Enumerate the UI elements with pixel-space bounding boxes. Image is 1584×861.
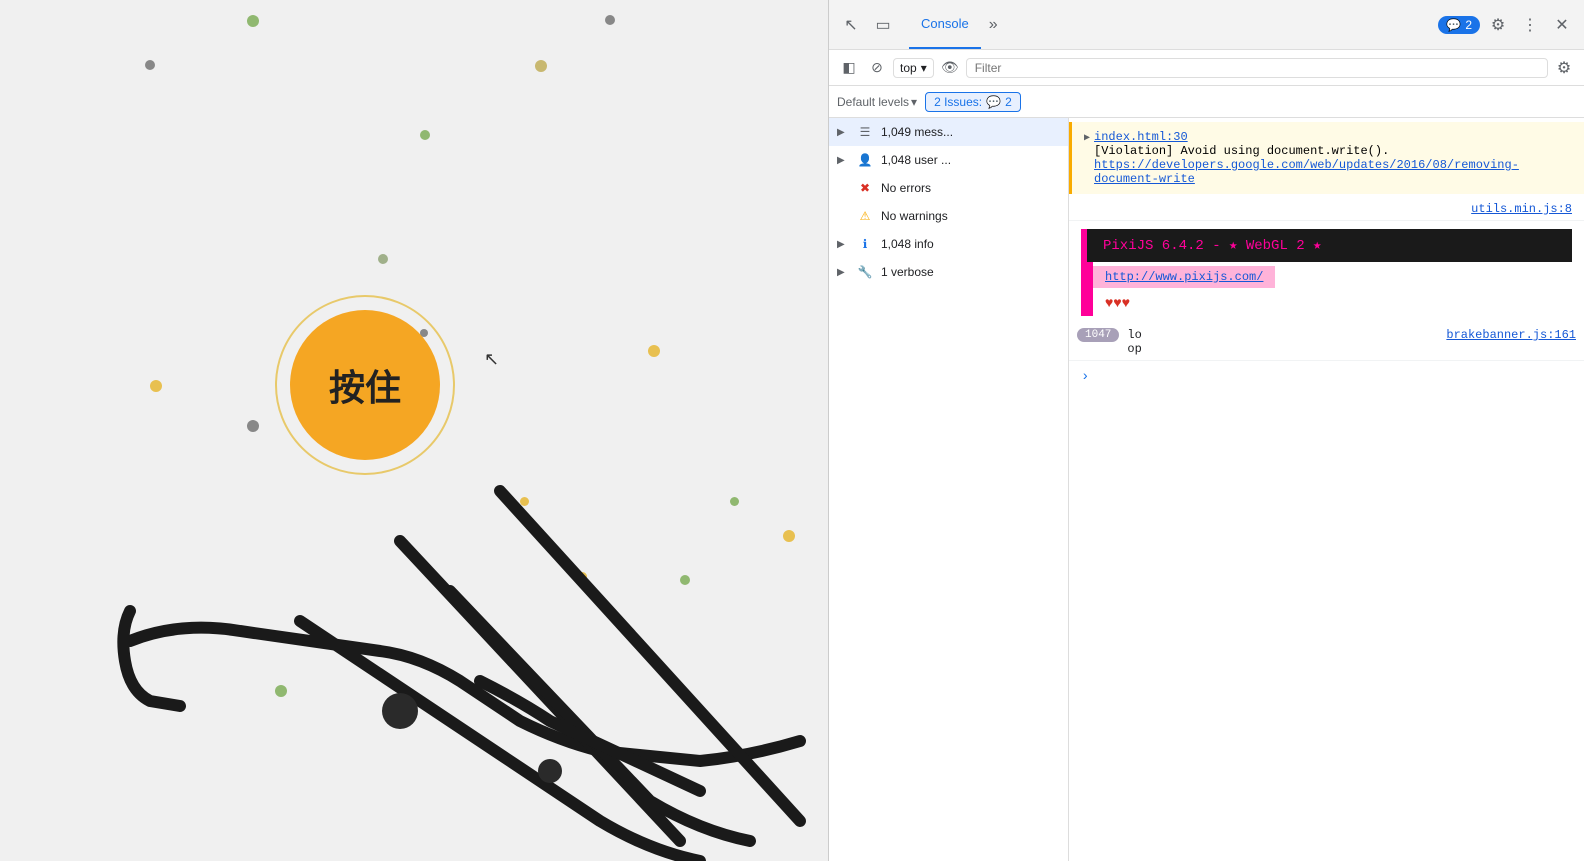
issues-count-badge[interactable]: 2 Issues: 💬 2	[925, 92, 1021, 112]
dot-6	[378, 254, 388, 264]
filter-input[interactable]	[966, 58, 1548, 78]
webpage-panel: 按住 ↖	[0, 0, 828, 861]
sidebar-label-user: 1,048 user ...	[881, 153, 1060, 167]
sidebar-item-errors[interactable]: ▶ ✖ No errors	[829, 174, 1068, 202]
pixi-black-box: PixiJS 6.4.2 - ★ WebGL 2 ★	[1087, 229, 1572, 262]
no-entry-icon[interactable]: ⊘	[865, 56, 889, 80]
dropdown-arrow-icon: ▾	[921, 61, 927, 75]
context-label: top	[900, 61, 917, 75]
violation-text: [Violation] Avoid using document.write()…	[1094, 144, 1389, 158]
eye-icon[interactable]: 👁	[938, 56, 962, 80]
list-icon: ☰	[857, 124, 873, 140]
verbose-icon: 🔧	[857, 264, 873, 280]
pixi-url-link[interactable]: http://www.pixijs.com/	[1105, 270, 1263, 284]
violation-message: ▶ index.html:30 [Violation] Avoid using …	[1069, 122, 1584, 194]
more-options-icon[interactable]: ⋮	[1516, 11, 1544, 39]
device-icon[interactable]: ▭	[869, 11, 897, 39]
console-main: ▶ ☰ 1,049 mess... ▶ 👤 1,048 user ... ▶ ✖…	[829, 118, 1584, 861]
pixi-text: PixiJS 6.4.2 - ★ WebGL 2 ★	[1103, 238, 1322, 254]
more-tabs-icon[interactable]: »	[985, 16, 1002, 34]
context-selector[interactable]: top ▾	[893, 58, 934, 78]
expand-icon-6: ▶	[837, 267, 849, 278]
filter-settings-icon[interactable]: ⚙	[1552, 56, 1576, 80]
sidebar-label-info: 1,048 info	[881, 237, 1060, 251]
default-levels-label: Default levels	[837, 95, 909, 109]
chat-icon: 💬	[1446, 18, 1461, 32]
violation-doc-link[interactable]: https://developers.google.com/web/update…	[1094, 158, 1519, 186]
utils-source-line: utils.min.js:8	[1069, 198, 1584, 221]
dot-1	[145, 60, 155, 70]
dot-5	[420, 130, 430, 140]
sidebar-label-all: 1,049 mess...	[881, 125, 1060, 139]
console-prompt[interactable]: ›	[1069, 361, 1584, 393]
inspect-icon[interactable]: ↖	[837, 11, 865, 39]
console-toolbar: ◧ ⊘ top ▾ 👁 ⚙	[829, 50, 1584, 86]
sidebar-label-warnings: No warnings	[881, 209, 1060, 223]
sidebar-item-all[interactable]: ▶ ☰ 1,049 mess...	[829, 118, 1068, 146]
pixi-url[interactable]: http://www.pixijs.com/	[1093, 266, 1275, 288]
info-icon: ℹ	[857, 236, 873, 252]
console-toolbar2: Default levels ▾ 2 Issues: 💬 2	[829, 86, 1584, 118]
issues-count: 2	[1005, 95, 1012, 109]
sidebar-item-warnings[interactable]: ▶ ⚠ No warnings	[829, 202, 1068, 230]
close-icon[interactable]: ✕	[1548, 11, 1576, 39]
log-source-link[interactable]: brakebanner.js:161	[1446, 328, 1576, 342]
utils-source-link[interactable]: utils.min.js:8	[1471, 202, 1572, 216]
settings-icon[interactable]: ⚙	[1484, 11, 1512, 39]
dot-2	[247, 15, 259, 27]
error-icon: ✖	[857, 180, 873, 196]
collapse-sidebar-icon[interactable]: ◧	[837, 56, 861, 80]
pixi-hearts: ♥♥♥	[1093, 292, 1142, 316]
violation-source-link[interactable]: index.html:30	[1094, 130, 1188, 144]
warning-icon: ⚠	[857, 208, 873, 224]
dot-4	[605, 15, 615, 25]
prompt-arrow-icon: ›	[1081, 369, 1089, 385]
chat-icon-small: 💬	[986, 95, 1001, 109]
levels-arrow-icon: ▾	[911, 95, 917, 109]
log-text: loop	[1127, 328, 1141, 356]
issues-label: 2 Issues:	[934, 95, 982, 109]
log-entry-1047: 1047 loop brakebanner.js:161	[1069, 324, 1584, 361]
user-icon: 👤	[857, 152, 873, 168]
sidebar-label-verbose: 1 verbose	[881, 265, 1060, 279]
expand-triangle-icon[interactable]: ▶	[1084, 132, 1090, 144]
devtools-panel: ↖ ▭ Console » 💬 2 ⚙ ⋮ ✕ ◧ ⊘ top ▾ 👁 ⚙ De…	[828, 0, 1584, 861]
default-levels-selector[interactable]: Default levels ▾	[837, 95, 917, 109]
pixi-banner: PixiJS 6.4.2 - ★ WebGL 2 ★ http://www.pi…	[1081, 229, 1572, 316]
dot-3	[535, 60, 547, 72]
console-sidebar: ▶ ☰ 1,049 mess... ▶ 👤 1,048 user ... ▶ ✖…	[829, 118, 1069, 861]
sidebar-label-errors: No errors	[881, 181, 1060, 195]
tab-console[interactable]: Console	[909, 0, 981, 49]
expand-icon-2: ▶	[837, 155, 849, 166]
expand-icon-5: ▶	[837, 239, 849, 250]
badge-count: 2	[1465, 18, 1472, 32]
devtools-header: ↖ ▭ Console » 💬 2 ⚙ ⋮ ✕	[829, 0, 1584, 50]
issues-badge-header[interactable]: 💬 2	[1438, 16, 1480, 34]
console-content: ▶ index.html:30 [Violation] Avoid using …	[1069, 118, 1584, 861]
expand-icon-1: ▶	[837, 127, 849, 138]
log-count-badge: 1047	[1077, 328, 1119, 342]
bike-graphic	[100, 341, 828, 861]
sidebar-item-info[interactable]: ▶ ℹ 1,048 info	[829, 230, 1068, 258]
sidebar-item-user[interactable]: ▶ 👤 1,048 user ...	[829, 146, 1068, 174]
sidebar-item-verbose[interactable]: ▶ 🔧 1 verbose	[829, 258, 1068, 286]
